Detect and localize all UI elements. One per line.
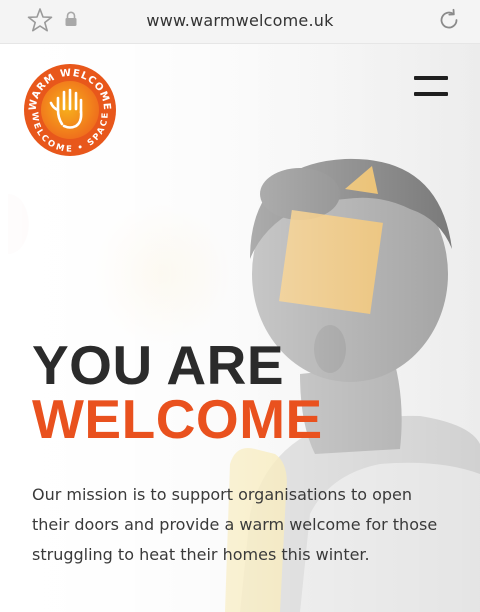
reload-icon[interactable] [436,7,462,33]
lock-icon [65,11,77,26]
browser-address-bar: www.warmwelcome.uk [0,0,480,44]
star-icon[interactable] [27,7,53,33]
mission-statement: Our mission is to support organisations … [32,485,438,564]
hero-headline: YOU ARE WELCOME [32,334,452,450]
menu-line-bottom [414,92,448,96]
url-text[interactable]: www.warmwelcome.uk [100,11,380,30]
screen: www.warmwelcome.uk WARM WELCOME WELCOME … [0,0,480,612]
warm-welcome-logo[interactable]: WARM WELCOME WELCOME • SPACE [22,62,118,158]
hero-section: WARM WELCOME WELCOME • SPACE YOU ARE WEL… [0,44,480,612]
menu-line-top [414,76,448,80]
headline-line-welcome: WELCOME [32,388,323,450]
hamburger-menu-icon[interactable] [408,70,454,104]
headline-line-you-are: YOU ARE [32,334,285,396]
